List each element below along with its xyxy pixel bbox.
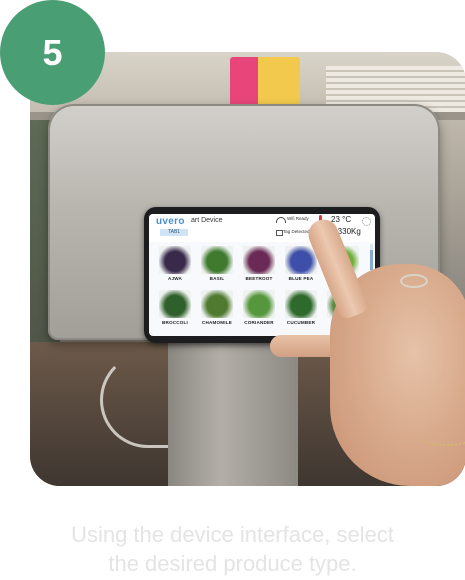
caption-line-1: Using the device interface, select — [71, 522, 394, 547]
produce-tile[interactable]: CUCUMBER — [283, 290, 319, 330]
gear-icon[interactable] — [362, 217, 371, 226]
produce-tile[interactable]: AJWA — [157, 246, 193, 286]
tag-status: Tag Detected — [283, 229, 310, 234]
scrollbar-thumb[interactable] — [370, 250, 373, 270]
instruction-caption: Using the device interface, select the d… — [0, 520, 465, 578]
wifi-status: Wifi Ready — [287, 216, 309, 221]
step-number-badge: 5 — [0, 0, 105, 105]
temperature-readout: 23 °C — [331, 215, 352, 224]
produce-tile[interactable]: BASIL — [199, 246, 235, 286]
tag-icon — [276, 230, 283, 236]
produce-tile[interactable]: CORIANDER — [241, 290, 277, 330]
produce-thumbnail — [201, 246, 233, 274]
produce-label: BASIL — [209, 276, 225, 281]
produce-label: BROCCOLI — [161, 320, 189, 325]
ring — [400, 274, 428, 288]
produce-thumbnail — [243, 246, 275, 274]
produce-thumbnail — [285, 290, 317, 318]
device-photo: uvero art Device TAB1 Wifi Ready 23 °C T… — [30, 52, 465, 486]
produce-label: BLUE PEA — [288, 276, 314, 281]
produce-tile[interactable]: CHAMOMILE — [199, 290, 235, 330]
produce-tile[interactable]: BEETROOT — [241, 246, 277, 286]
wifi-icon — [276, 217, 286, 223]
produce-thumbnail — [159, 246, 191, 274]
device-title: art Device — [191, 217, 223, 224]
caption-line-2: the desired produce type. — [108, 551, 357, 576]
produce-label: CORIANDER — [244, 320, 274, 325]
background-pen-cup — [230, 57, 300, 109]
produce-label: CUCUMBER — [286, 320, 316, 325]
produce-thumbnail — [285, 246, 317, 274]
produce-label: CHAMOMILE — [201, 320, 233, 325]
device-post — [168, 340, 298, 486]
produce-label: AJWA — [167, 276, 183, 281]
produce-thumbnail — [243, 290, 275, 318]
produce-label: BEETROOT — [245, 276, 273, 281]
tab-1[interactable]: TAB1 — [160, 229, 188, 236]
brand-logo: uvero — [156, 216, 185, 227]
produce-thumbnail — [159, 290, 191, 318]
produce-tile[interactable]: BROCCOLI — [157, 290, 193, 330]
produce-thumbnail — [201, 290, 233, 318]
